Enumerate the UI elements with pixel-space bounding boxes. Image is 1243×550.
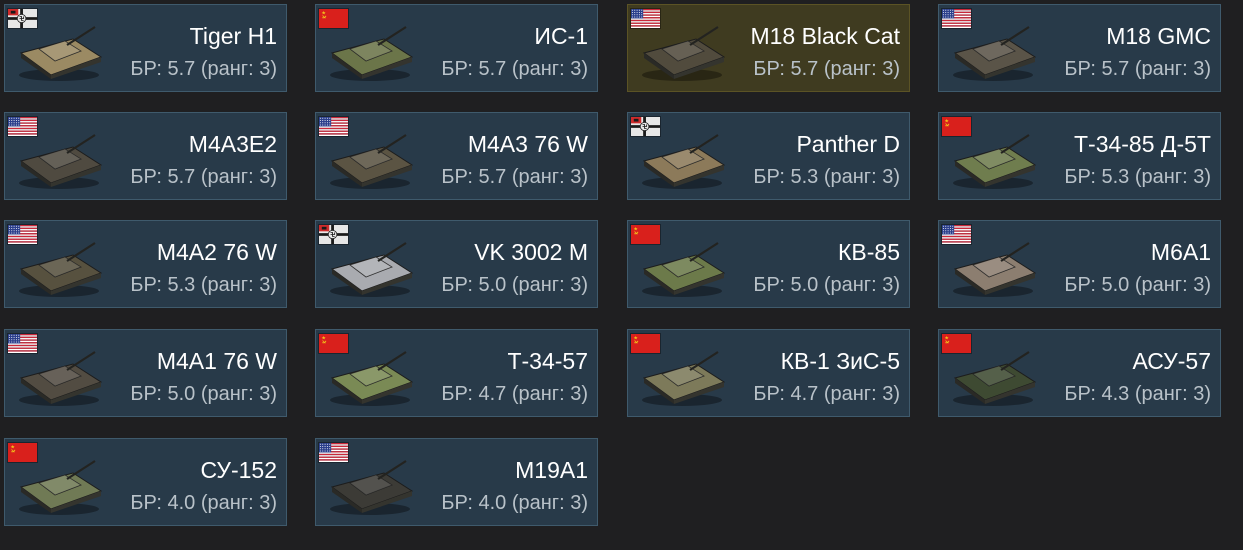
vehicle-card[interactable]: M4A3 76 W БР: 5.7 (ранг: 3) bbox=[315, 112, 598, 200]
vehicle-name: АСУ-57 bbox=[1132, 348, 1211, 374]
battle-rating: БР: 4.0 (ранг: 3) bbox=[441, 492, 588, 514]
vehicle-card[interactable]: СУ-152 БР: 4.0 (ранг: 3) bbox=[4, 438, 287, 526]
battle-rating: БР: 5.0 (ранг: 3) bbox=[130, 383, 277, 405]
battle-rating: БР: 5.0 (ранг: 3) bbox=[441, 274, 588, 296]
vehicle-name: Т-34-57 bbox=[507, 348, 588, 374]
vehicle-card[interactable]: M4A2 76 W БР: 5.3 (ранг: 3) bbox=[4, 220, 287, 308]
vehicle-name: M6A1 bbox=[1150, 239, 1211, 265]
usa-flag-icon bbox=[630, 8, 661, 29]
vehicle-card[interactable]: Tiger H1 БР: 5.7 (ранг: 3) bbox=[4, 4, 287, 92]
vehicle-name: M4A1 76 W bbox=[156, 348, 277, 374]
battle-rating: БР: 5.7 (ранг: 3) bbox=[130, 166, 277, 188]
vehicle-card[interactable]: ИС-1 БР: 5.7 (ранг: 3) bbox=[315, 4, 598, 92]
battle-rating: БР: 5.3 (ранг: 3) bbox=[1064, 166, 1211, 188]
battle-rating: БР: 5.0 (ранг: 3) bbox=[753, 274, 900, 296]
vehicle-name: M18 GMC bbox=[1106, 23, 1211, 49]
germany-flag-icon bbox=[7, 8, 38, 29]
usa-flag-icon bbox=[318, 116, 349, 137]
vehicle-card[interactable]: M4A1 76 W БР: 5.0 (ранг: 3) bbox=[4, 329, 287, 417]
vehicle-card[interactable]: АСУ-57 БР: 4.3 (ранг: 3) bbox=[938, 329, 1221, 417]
battle-rating: БР: 5.7 (ранг: 3) bbox=[441, 166, 588, 188]
vehicle-card[interactable]: M4A3E2 БР: 5.7 (ранг: 3) bbox=[4, 112, 287, 200]
battle-rating: БР: 4.3 (ранг: 3) bbox=[1064, 383, 1211, 405]
vehicle-card[interactable]: M6A1 БР: 5.0 (ранг: 3) bbox=[938, 220, 1221, 308]
vehicle-name: ИС-1 bbox=[534, 23, 588, 49]
ussr-flag-icon bbox=[941, 116, 972, 137]
vehicle-card[interactable]: КВ-1 ЗиС-5 БР: 4.7 (ранг: 3) bbox=[627, 329, 910, 417]
ussr-flag-icon bbox=[318, 8, 349, 29]
battle-rating: БР: 4.7 (ранг: 3) bbox=[441, 383, 588, 405]
vehicle-name: M19A1 bbox=[515, 457, 588, 483]
battle-rating: БР: 5.0 (ранг: 3) bbox=[1064, 274, 1211, 296]
usa-flag-icon bbox=[941, 224, 972, 245]
usa-flag-icon bbox=[7, 224, 38, 245]
battle-rating: БР: 5.3 (ранг: 3) bbox=[753, 166, 900, 188]
ussr-flag-icon bbox=[941, 333, 972, 354]
vehicle-card[interactable]: КВ-85 БР: 5.0 (ранг: 3) bbox=[627, 220, 910, 308]
ussr-flag-icon bbox=[630, 224, 661, 245]
vehicle-card[interactable]: M18 GMC БР: 5.7 (ранг: 3) bbox=[938, 4, 1221, 92]
vehicle-name: M4A2 76 W bbox=[156, 239, 277, 265]
vehicle-name: Tiger H1 bbox=[189, 23, 277, 49]
vehicle-grid: Tiger H1 БР: 5.7 (ранг: 3) ИС-1 БР: 5.7 (ра… bbox=[0, 0, 1243, 550]
vehicle-card[interactable]: Panther D БР: 5.3 (ранг: 3) bbox=[627, 112, 910, 200]
germany-flag-icon bbox=[318, 224, 349, 245]
vehicle-name: Т-34-85 Д-5Т bbox=[1073, 131, 1211, 157]
battle-rating: БР: 4.7 (ранг: 3) bbox=[753, 383, 900, 405]
battle-rating: БР: 5.7 (ранг: 3) bbox=[1064, 58, 1211, 80]
vehicle-name: M18 Black Cat bbox=[750, 23, 900, 49]
vehicle-name: VK 3002 M bbox=[474, 239, 588, 265]
ussr-flag-icon bbox=[7, 442, 38, 463]
battle-rating: БР: 5.3 (ранг: 3) bbox=[130, 274, 277, 296]
usa-flag-icon bbox=[7, 116, 38, 137]
battle-rating: БР: 5.7 (ранг: 3) bbox=[130, 58, 277, 80]
vehicle-card[interactable]: M18 Black Cat БР: 5.7 (ранг: 3) bbox=[627, 4, 910, 92]
ussr-flag-icon bbox=[630, 333, 661, 354]
battle-rating: БР: 4.0 (ранг: 3) bbox=[130, 492, 277, 514]
battle-rating: БР: 5.7 (ранг: 3) bbox=[753, 58, 900, 80]
vehicle-card[interactable]: Т-34-57 БР: 4.7 (ранг: 3) bbox=[315, 329, 598, 417]
usa-flag-icon bbox=[318, 442, 349, 463]
vehicle-name: КВ-85 bbox=[838, 239, 900, 265]
vehicle-name: КВ-1 ЗиС-5 bbox=[780, 348, 900, 374]
vehicle-name: M4A3E2 bbox=[188, 131, 277, 157]
vehicle-card[interactable]: Т-34-85 Д-5Т БР: 5.3 (ранг: 3) bbox=[938, 112, 1221, 200]
ussr-flag-icon bbox=[318, 333, 349, 354]
vehicle-name: M4A3 76 W bbox=[467, 131, 588, 157]
vehicle-card[interactable]: M19A1 БР: 4.0 (ранг: 3) bbox=[315, 438, 598, 526]
vehicle-name: СУ-152 bbox=[200, 457, 278, 483]
vehicle-name: Panther D bbox=[796, 131, 900, 157]
usa-flag-icon bbox=[7, 333, 38, 354]
battle-rating: БР: 5.7 (ранг: 3) bbox=[441, 58, 588, 80]
vehicle-card[interactable]: VK 3002 M БР: 5.0 (ранг: 3) bbox=[315, 220, 598, 308]
germany-flag-icon bbox=[630, 116, 661, 137]
usa-flag-icon bbox=[941, 8, 972, 29]
